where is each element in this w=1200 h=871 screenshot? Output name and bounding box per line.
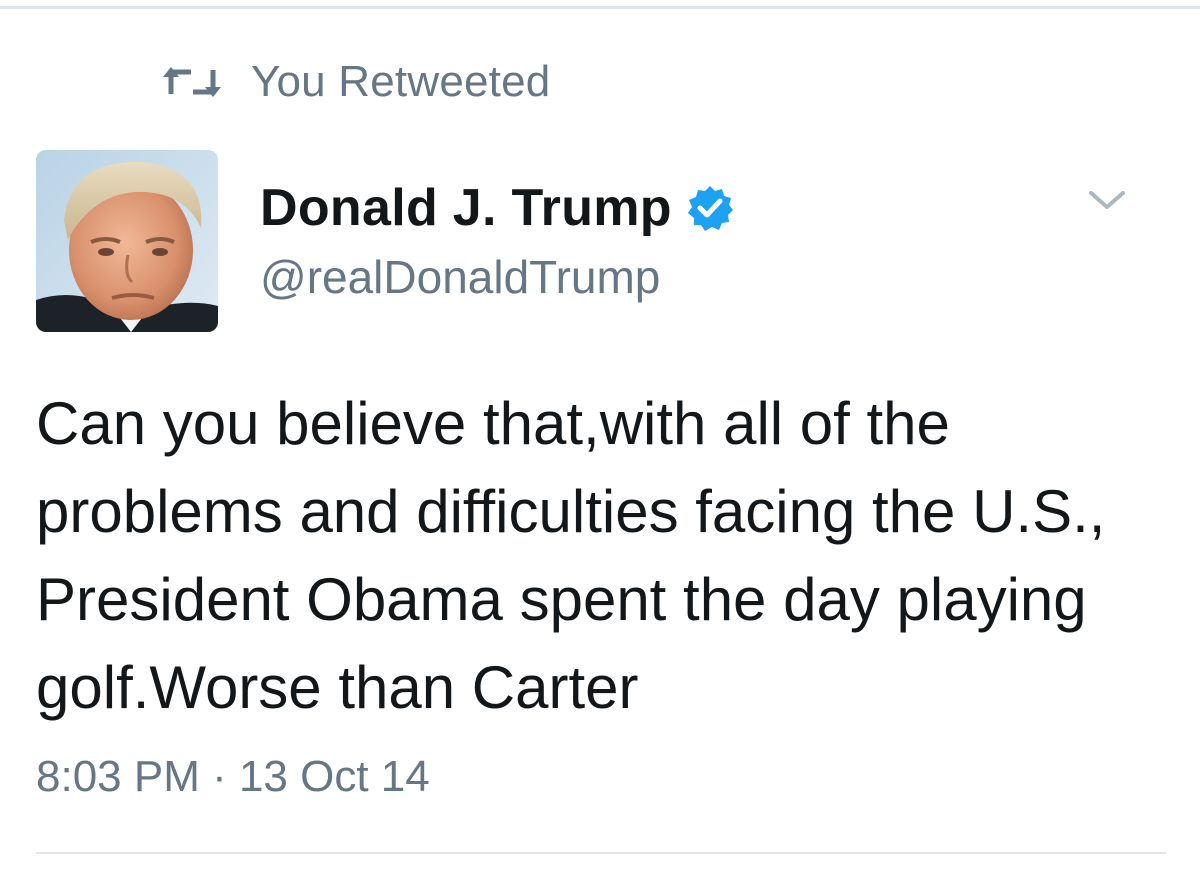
author-block[interactable]: Donald J. Trump @realDonaldTrump bbox=[260, 172, 734, 304]
chevron-down-icon[interactable] bbox=[1087, 185, 1127, 215]
retweet-context: You Retweeted bbox=[163, 52, 550, 112]
retweet-label: You Retweeted bbox=[251, 57, 551, 106]
tweet-timestamp[interactable]: 8:03 PM · 13 Oct 14 bbox=[36, 752, 430, 802]
author-name[interactable]: Donald J. Trump bbox=[260, 178, 672, 238]
author-handle[interactable]: @realDonaldTrump bbox=[260, 250, 734, 304]
avatar[interactable] bbox=[36, 150, 218, 332]
top-divider bbox=[0, 6, 1200, 9]
retweet-icon bbox=[163, 64, 221, 100]
tweet-text: Can you believe that,with all of the pro… bbox=[36, 390, 1106, 721]
bottom-divider bbox=[36, 852, 1166, 854]
verified-badge-icon bbox=[686, 184, 734, 232]
author-name-row: Donald J. Trump bbox=[260, 172, 734, 244]
